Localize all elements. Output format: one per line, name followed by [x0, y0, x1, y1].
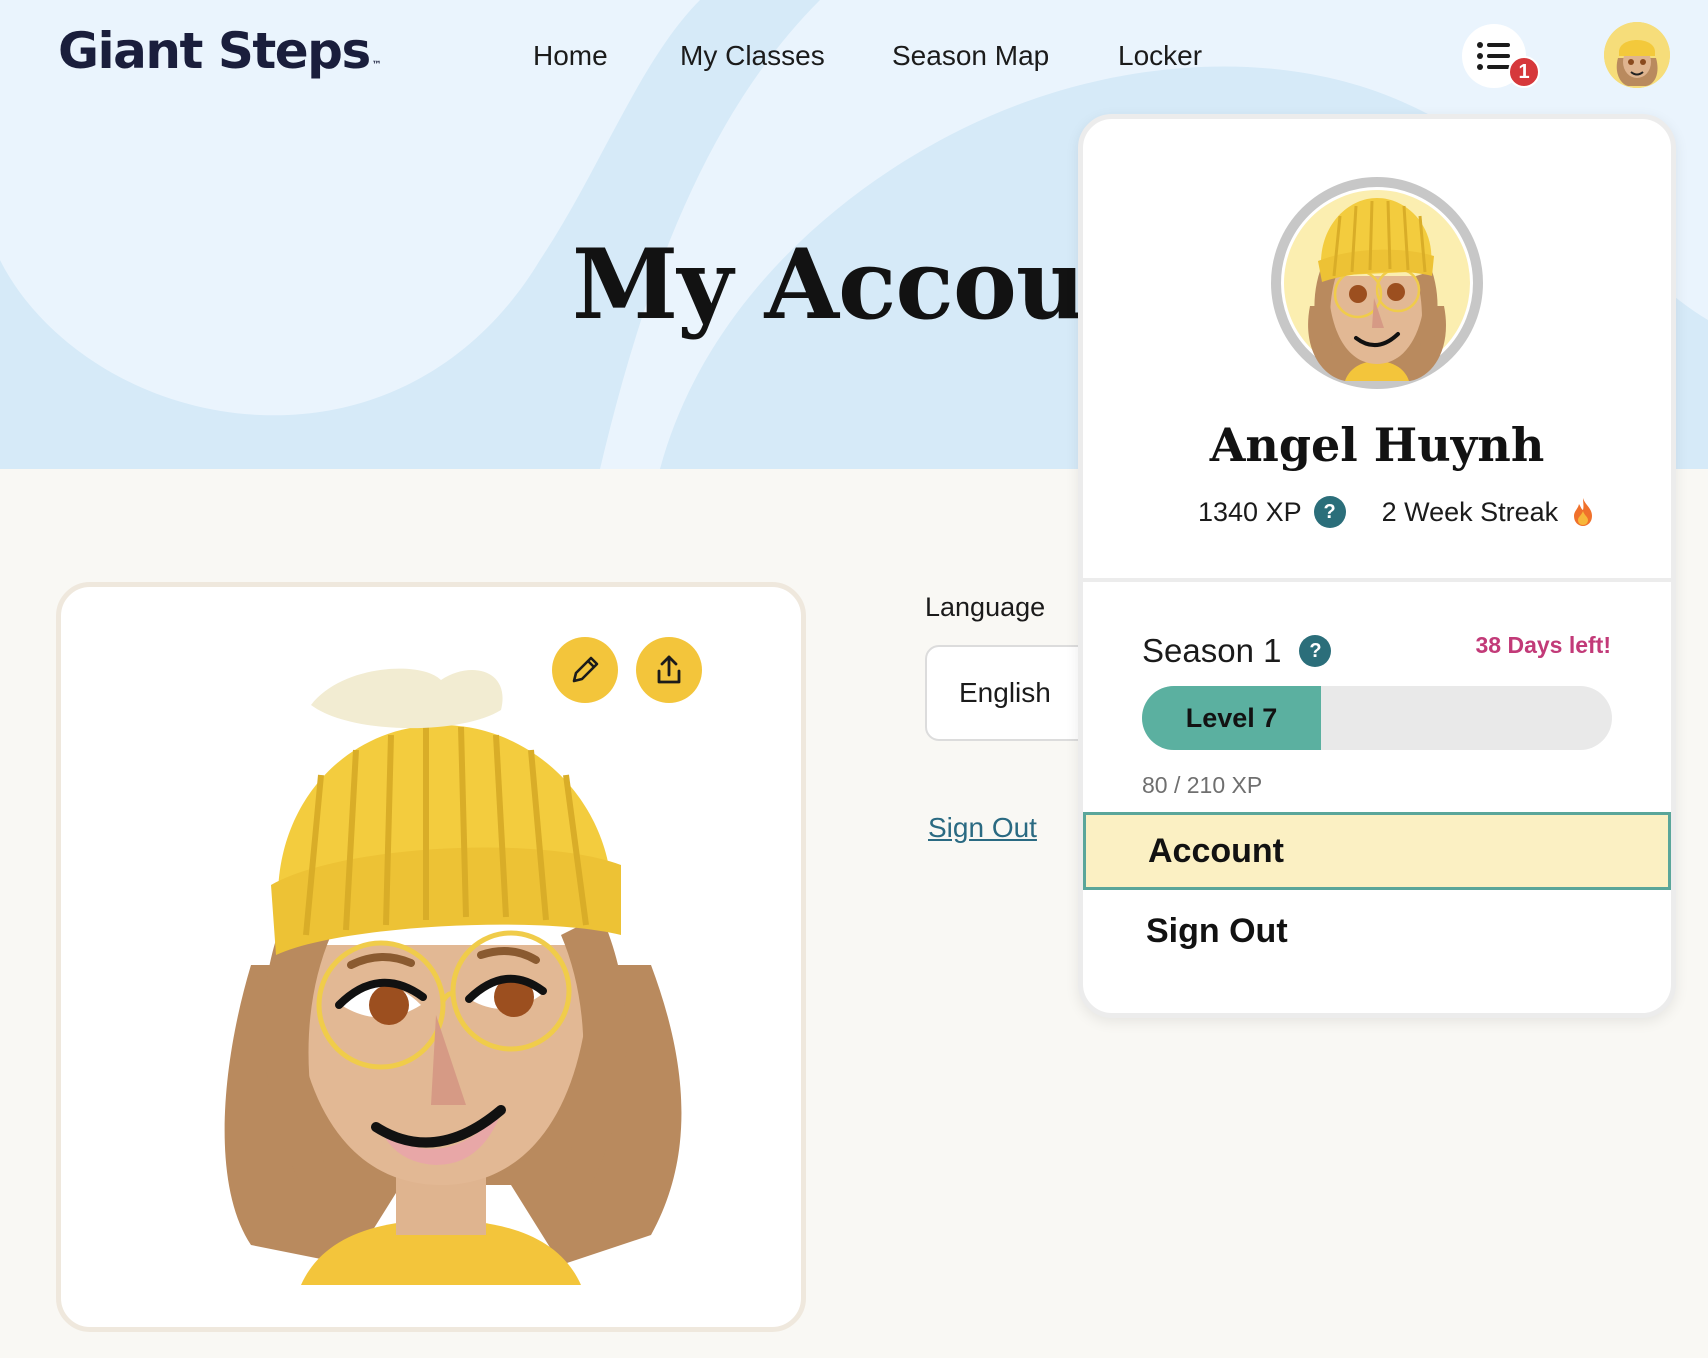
edit-avatar-button[interactable] — [552, 637, 618, 703]
menu-item-account[interactable]: Account — [1083, 812, 1671, 890]
profile-stats: 1340 XP ? 2 Week Streak — [1198, 496, 1596, 528]
pencil-icon — [572, 656, 599, 683]
avatar-illustration — [224, 668, 682, 1285]
nav-season-map[interactable]: Season Map — [892, 40, 1049, 72]
streak-label: 2 Week Streak — [1381, 496, 1559, 527]
brand-logo[interactable]: Giant Steps ™ — [58, 22, 382, 80]
notification-count-badge: 1 — [1508, 56, 1540, 88]
avatar-card — [56, 582, 806, 1332]
sign-out-link[interactable]: Sign Out — [928, 812, 1037, 844]
xp-total: 1340 XP — [1198, 496, 1302, 527]
nav-my-classes[interactable]: My Classes — [680, 40, 825, 72]
days-left-label: 38 Days left! — [1475, 632, 1611, 658]
share-avatar-button[interactable] — [636, 637, 702, 703]
nav-locker[interactable]: Locker — [1118, 40, 1202, 72]
menu-item-sign-out[interactable]: Sign Out — [1146, 912, 1288, 951]
share-icon — [657, 655, 681, 684]
nav-home[interactable]: Home — [533, 40, 608, 72]
xp-progress-label: 80 / 210 XP — [1142, 772, 1263, 798]
avatar-icon — [1604, 22, 1670, 88]
season-header: Season 1 ? — [1142, 632, 1332, 670]
level-label: Level 7 — [1185, 702, 1278, 733]
dropdown-divider — [1083, 578, 1671, 582]
profile-avatar — [1271, 177, 1483, 389]
season-help-icon[interactable]: ? — [1299, 635, 1332, 667]
level-progress-bar: Level 7 — [1142, 686, 1612, 750]
profile-name: Angel Huynh — [1209, 418, 1545, 472]
flame-icon — [1574, 498, 1593, 526]
season-label: Season 1 — [1142, 632, 1282, 669]
list-icon — [1477, 42, 1510, 70]
profile-menu-button[interactable] — [1604, 22, 1670, 88]
level-progress-fill: Level 7 — [1142, 686, 1322, 750]
language-label: Language — [925, 592, 1046, 622]
xp-help-icon[interactable]: ? — [1313, 496, 1346, 528]
